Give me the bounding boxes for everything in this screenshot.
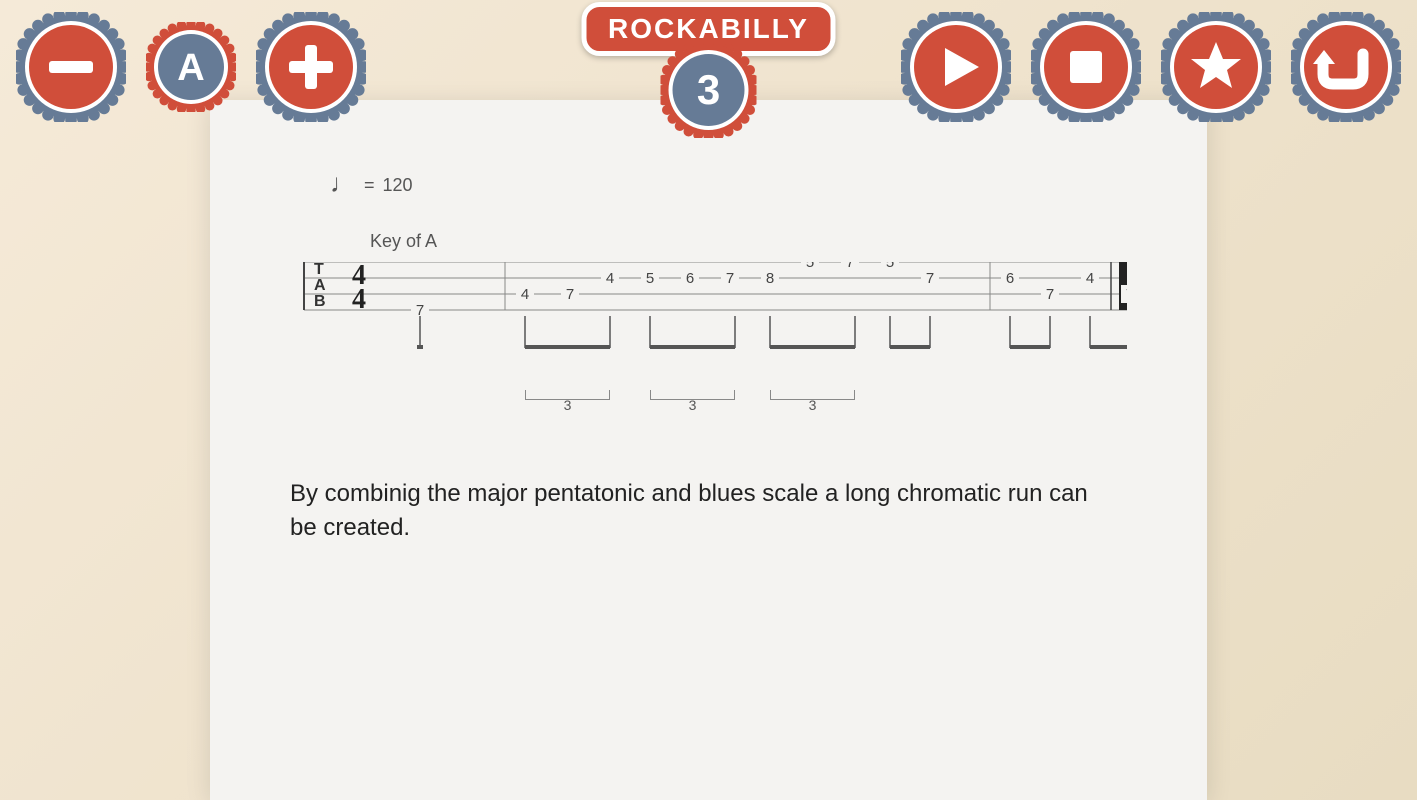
svg-text:7: 7 [1126,286,1127,303]
svg-text:B: B [314,293,326,310]
lesson-number: 3 [697,66,720,113]
svg-text:7: 7 [1046,286,1054,303]
svg-text:7: 7 [726,270,734,287]
stop-button[interactable] [1031,12,1141,122]
svg-text:5: 5 [806,262,814,271]
right-button-group [901,12,1401,122]
svg-text:5: 5 [646,270,654,287]
key-letter: A [177,47,204,89]
plus-button[interactable] [256,12,366,122]
lesson-description: By combinig the major pentatonic and blu… [290,477,1110,544]
svg-text:7: 7 [926,270,934,287]
svg-text:8: 8 [766,270,774,287]
back-button[interactable] [1291,12,1401,122]
tab-staff: TAB447474567857576747 333 [290,262,1127,417]
quarter-note-icon: ♩ [330,168,356,199]
lesson-number-badge[interactable]: 3 [660,42,756,138]
tempo-row: ♩ = 120 [330,170,1127,201]
svg-text:6: 6 [686,270,694,287]
svg-text:4: 4 [1086,270,1094,287]
tab-sheet: ♩ = 120 Key of A TAB447474567857576747 3… [210,100,1207,800]
svg-text:4: 4 [352,284,366,315]
genre-lesson-group: ROCKABILLY 3 [581,2,836,138]
svg-text:6: 6 [1006,270,1014,287]
svg-text:A: A [314,277,326,294]
svg-text:7: 7 [566,286,574,303]
minus-button[interactable] [16,12,126,122]
key-line: Key of A [370,231,1127,252]
svg-text:T: T [314,262,324,278]
svg-text:4: 4 [521,286,529,303]
svg-text:5: 5 [886,262,894,271]
tempo-value: 120 [383,175,413,196]
svg-text:4: 4 [606,270,614,287]
left-button-group: A [16,12,366,122]
key-display-badge[interactable]: A [146,22,236,112]
svg-text:7: 7 [846,262,854,271]
favorite-button[interactable] [1161,12,1271,122]
play-button[interactable] [901,12,1011,122]
